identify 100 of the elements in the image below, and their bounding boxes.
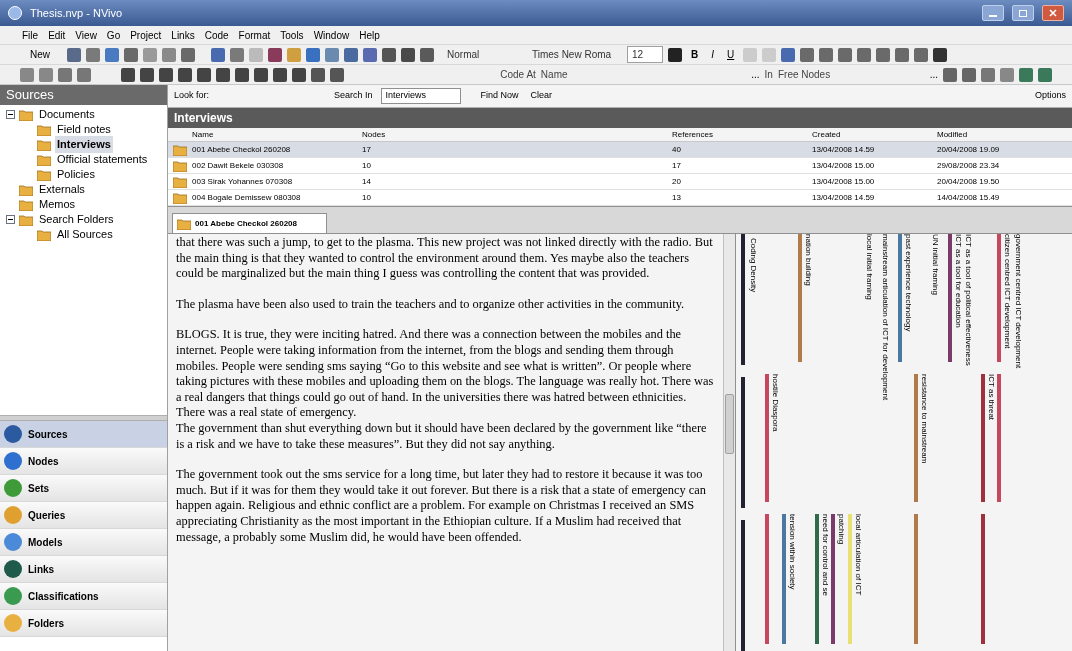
name-dropdown[interactable]: Name <box>540 67 747 82</box>
toolbar-icon[interactable] <box>124 47 138 62</box>
menu-item[interactable]: Links <box>171 27 195 43</box>
menu-item[interactable]: Go <box>106 27 121 43</box>
toolbar-icon[interactable] <box>800 47 815 62</box>
toolbar-icon[interactable] <box>67 47 81 62</box>
coding-stripe[interactable] <box>980 514 985 644</box>
toolbar-icon[interactable] <box>819 47 834 62</box>
toolbar-icon[interactable] <box>268 47 282 62</box>
find-now-button[interactable]: Find Now <box>480 89 519 103</box>
document-tab[interactable]: 001 Abebe Checkol 260208 <box>172 213 327 233</box>
coding-stripe[interactable] <box>897 234 902 362</box>
underline-button[interactable]: U <box>723 47 739 62</box>
tree-item[interactable]: Official statements <box>55 151 150 168</box>
toolbar-icon[interactable] <box>139 67 154 82</box>
toolbar-icon[interactable] <box>933 47 948 62</box>
toolbar-icon[interactable] <box>838 47 853 62</box>
toolbar-icon[interactable] <box>177 67 192 82</box>
menu-item[interactable]: Window <box>313 27 350 43</box>
collapse-icon[interactable] <box>6 215 15 224</box>
nav-button[interactable]: Classifications <box>0 583 167 610</box>
tree-item[interactable]: Field notes <box>55 121 113 138</box>
menu-item[interactable]: Edit <box>48 27 66 43</box>
toolbar-icon[interactable] <box>857 47 872 62</box>
toolbar-icon[interactable] <box>895 47 910 62</box>
coding-stripe[interactable] <box>798 234 803 362</box>
toolbar-icon[interactable] <box>310 67 325 82</box>
search-in-button[interactable]: Search In <box>334 89 373 103</box>
toolbar-icon[interactable] <box>914 47 929 62</box>
column-header[interactable]: Modified <box>937 128 1072 141</box>
nav-button[interactable]: Models <box>0 529 167 556</box>
tree-item[interactable]: Documents <box>37 106 97 123</box>
size-dropdown[interactable]: 12 <box>627 46 663 63</box>
toolbar-icon[interactable] <box>382 47 396 62</box>
toolbar-icon[interactable] <box>291 67 306 82</box>
nav-button[interactable]: Links <box>0 556 167 583</box>
coding-stripe[interactable] <box>914 374 919 502</box>
style-dropdown[interactable]: Normal <box>447 47 527 62</box>
toolbar-icon[interactable] <box>943 67 957 82</box>
toolbar-icon[interactable] <box>401 47 415 62</box>
tree-item[interactable]: Interviews <box>55 136 113 153</box>
coding-stripe[interactable] <box>997 234 1002 362</box>
nav-button[interactable]: Sources <box>0 421 167 448</box>
close-button[interactable] <box>1042 5 1064 21</box>
toolbar-icon[interactable] <box>158 67 173 82</box>
location-dropdown[interactable]: Free Nodes <box>777 67 925 82</box>
restore-button[interactable] <box>1012 5 1034 21</box>
menu-item[interactable]: Help <box>359 27 380 43</box>
nav-button[interactable]: Folders <box>0 610 167 637</box>
collapse-icon[interactable] <box>6 110 15 119</box>
toolbar-icon[interactable] <box>196 67 211 82</box>
coding-stripe[interactable] <box>914 514 919 644</box>
tree-item[interactable]: Memos <box>37 196 78 213</box>
toolbar-icon[interactable] <box>120 67 135 82</box>
tree-item[interactable]: Search Folders <box>37 211 116 228</box>
coding-stripe[interactable] <box>980 374 985 502</box>
toolbar-icon[interactable] <box>253 67 268 82</box>
nav-button[interactable]: Sets <box>0 475 167 502</box>
color-icon[interactable] <box>668 47 682 62</box>
column-header[interactable]: References <box>672 128 812 141</box>
toolbar-icon[interactable] <box>420 47 434 62</box>
coding-stripe[interactable] <box>814 514 819 644</box>
coding-stripe[interactable] <box>997 374 1002 502</box>
more-button[interactable]: ... <box>751 67 760 82</box>
nav-button[interactable]: Queries <box>0 502 167 529</box>
column-header[interactable]: Name <box>192 128 362 141</box>
coding-stripe[interactable] <box>781 514 786 644</box>
minimize-button[interactable] <box>982 5 1004 21</box>
table-row[interactable]: 001 Abebe Checkol 260208 17 40 13/04/2008 14.59 20/04/2008 19.09 <box>168 142 1072 158</box>
font-dropdown[interactable]: Times New Roma <box>532 47 622 62</box>
toolbar-icon[interactable] <box>962 67 976 82</box>
bold-button[interactable]: B <box>687 47 703 62</box>
toolbar-icon[interactable] <box>272 67 287 82</box>
toolbar-icon[interactable] <box>329 67 344 82</box>
menu-item[interactable]: Project <box>130 27 162 43</box>
toolbar-icon[interactable] <box>344 47 358 62</box>
menu-item[interactable]: Tools <box>280 27 304 43</box>
menu-item[interactable]: Format <box>238 27 271 43</box>
toolbar-icon[interactable] <box>234 67 249 82</box>
coding-stripe[interactable] <box>947 234 952 362</box>
tree-item[interactable]: Policies <box>55 166 97 183</box>
options-button[interactable]: Options <box>1034 89 1066 103</box>
column-header[interactable]: Nodes <box>362 128 672 141</box>
italic-button[interactable]: I <box>707 47 719 62</box>
tree-item[interactable]: All Sources <box>55 226 115 243</box>
table-row[interactable]: 004 Bogale Demissew 080308 10 13 13/04/2008 14.59 14/04/2008 15.49 <box>168 190 1072 206</box>
tree-item[interactable]: Externals <box>37 181 87 198</box>
clear-button[interactable]: Clear <box>530 89 553 103</box>
scrollbar[interactable] <box>723 234 735 651</box>
menu-item[interactable]: File <box>22 27 39 43</box>
coding-stripe[interactable] <box>831 514 836 644</box>
table-row[interactable]: 003 Sirak Yohannes 070308 14 20 13/04/2008 15.00 20/04/2008 19.50 <box>168 174 1072 190</box>
toolbar-icon[interactable] <box>876 47 891 62</box>
new-button[interactable]: New <box>30 47 62 62</box>
table-row[interactable]: 002 Dawit Bekele 030308 10 17 13/04/2008 15.00 29/08/2008 23.34 <box>168 158 1072 174</box>
scope-field[interactable]: Interviews <box>380 88 461 104</box>
toolbar-icon[interactable] <box>181 47 195 62</box>
toolbar-icon[interactable] <box>215 67 230 82</box>
more-button[interactable]: ... <box>929 67 938 82</box>
nav-button[interactable]: Nodes <box>0 448 167 475</box>
